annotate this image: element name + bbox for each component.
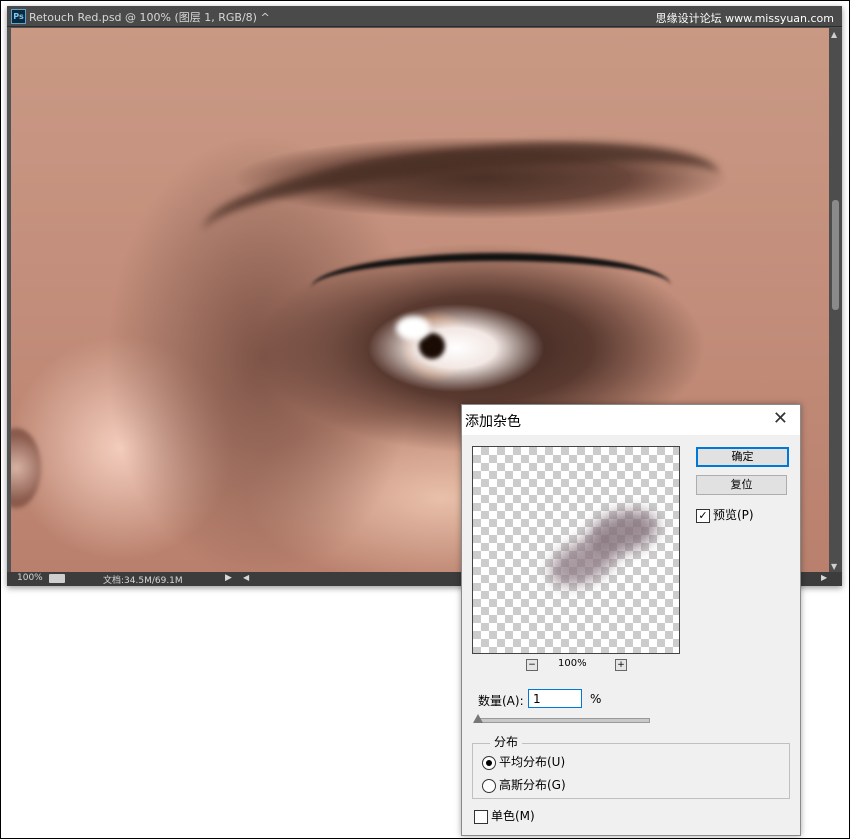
- preview-zoom-controls: − 100% +: [472, 657, 678, 673]
- ok-button[interactable]: 确定: [696, 447, 789, 467]
- document-titlebar[interactable]: Ps Retouch Red.psd @ 100% (图层 1, RGB/8) …: [7, 6, 842, 27]
- doc-size: 文档:34.5M/69.1M: [103, 576, 183, 586]
- preview-checkbox-row[interactable]: ✓ 预览(P): [696, 506, 754, 523]
- distribution-title: 分布: [490, 733, 523, 750]
- scroll-right-icon[interactable]: ▶: [821, 573, 827, 582]
- reset-button[interactable]: 复位: [696, 475, 787, 495]
- uniform-option[interactable]: 平均分布(U): [482, 753, 565, 770]
- uniform-radio[interactable]: [482, 755, 496, 770]
- scroll-down-icon[interactable]: ▼: [831, 562, 837, 571]
- amount-slider-thumb[interactable]: [473, 714, 483, 723]
- preview-content: [542, 503, 662, 595]
- zoom-in-button[interactable]: +: [615, 659, 627, 671]
- uniform-label: 平均分布(U): [499, 755, 566, 769]
- close-icon[interactable]: ✕: [773, 408, 788, 429]
- scroll-up-icon[interactable]: ▲: [831, 30, 837, 39]
- preview-checkbox[interactable]: ✓: [696, 508, 710, 523]
- zoom-readout[interactable]: 100%: [17, 573, 43, 583]
- preview-zoom-level: 100%: [558, 658, 587, 669]
- amount-label: 数量(A):: [478, 694, 524, 708]
- preview-checkbox-label: 预览(P): [713, 508, 754, 522]
- document-title: Retouch Red.psd @ 100% (图层 1, RGB/8) ^: [29, 11, 270, 24]
- status-menu-arrow-icon[interactable]: ▶: [225, 573, 232, 583]
- amount-slider[interactable]: [476, 718, 650, 723]
- monochromatic-option[interactable]: 单色(M): [474, 807, 535, 824]
- monochromatic-label: 单色(M): [491, 809, 535, 823]
- zoom-out-button[interactable]: −: [526, 659, 538, 671]
- dialog-title: 添加杂色: [465, 414, 521, 430]
- scroll-left-icon[interactable]: ◀: [243, 573, 249, 582]
- eyelashes: [311, 253, 671, 321]
- photoshop-icon: Ps: [11, 9, 26, 24]
- scrollbar-thumb[interactable]: [832, 200, 839, 310]
- gaussian-option[interactable]: 高斯分布(G): [482, 776, 566, 793]
- gaussian-radio[interactable]: [482, 778, 496, 793]
- eye-highlight: [396, 316, 430, 340]
- vertical-scrollbar[interactable]: ▲ ▼: [829, 28, 842, 574]
- proof-icon: [49, 574, 65, 583]
- amount-unit: %: [590, 692, 602, 706]
- add-noise-dialog: 添加杂色 ✕ − 100% + 确定 复位 ✓预览(P) 数量(A): % 分布…: [461, 404, 801, 836]
- monochromatic-checkbox[interactable]: [474, 809, 488, 824]
- dialog-titlebar[interactable]: 添加杂色 ✕: [462, 405, 800, 435]
- gaussian-label: 高斯分布(G): [499, 778, 566, 792]
- watermark: 思缘设计论坛 www.missyuan.com: [655, 12, 834, 25]
- second-eye: [11, 428, 41, 508]
- amount-input[interactable]: [528, 689, 582, 708]
- filter-preview[interactable]: [472, 446, 680, 654]
